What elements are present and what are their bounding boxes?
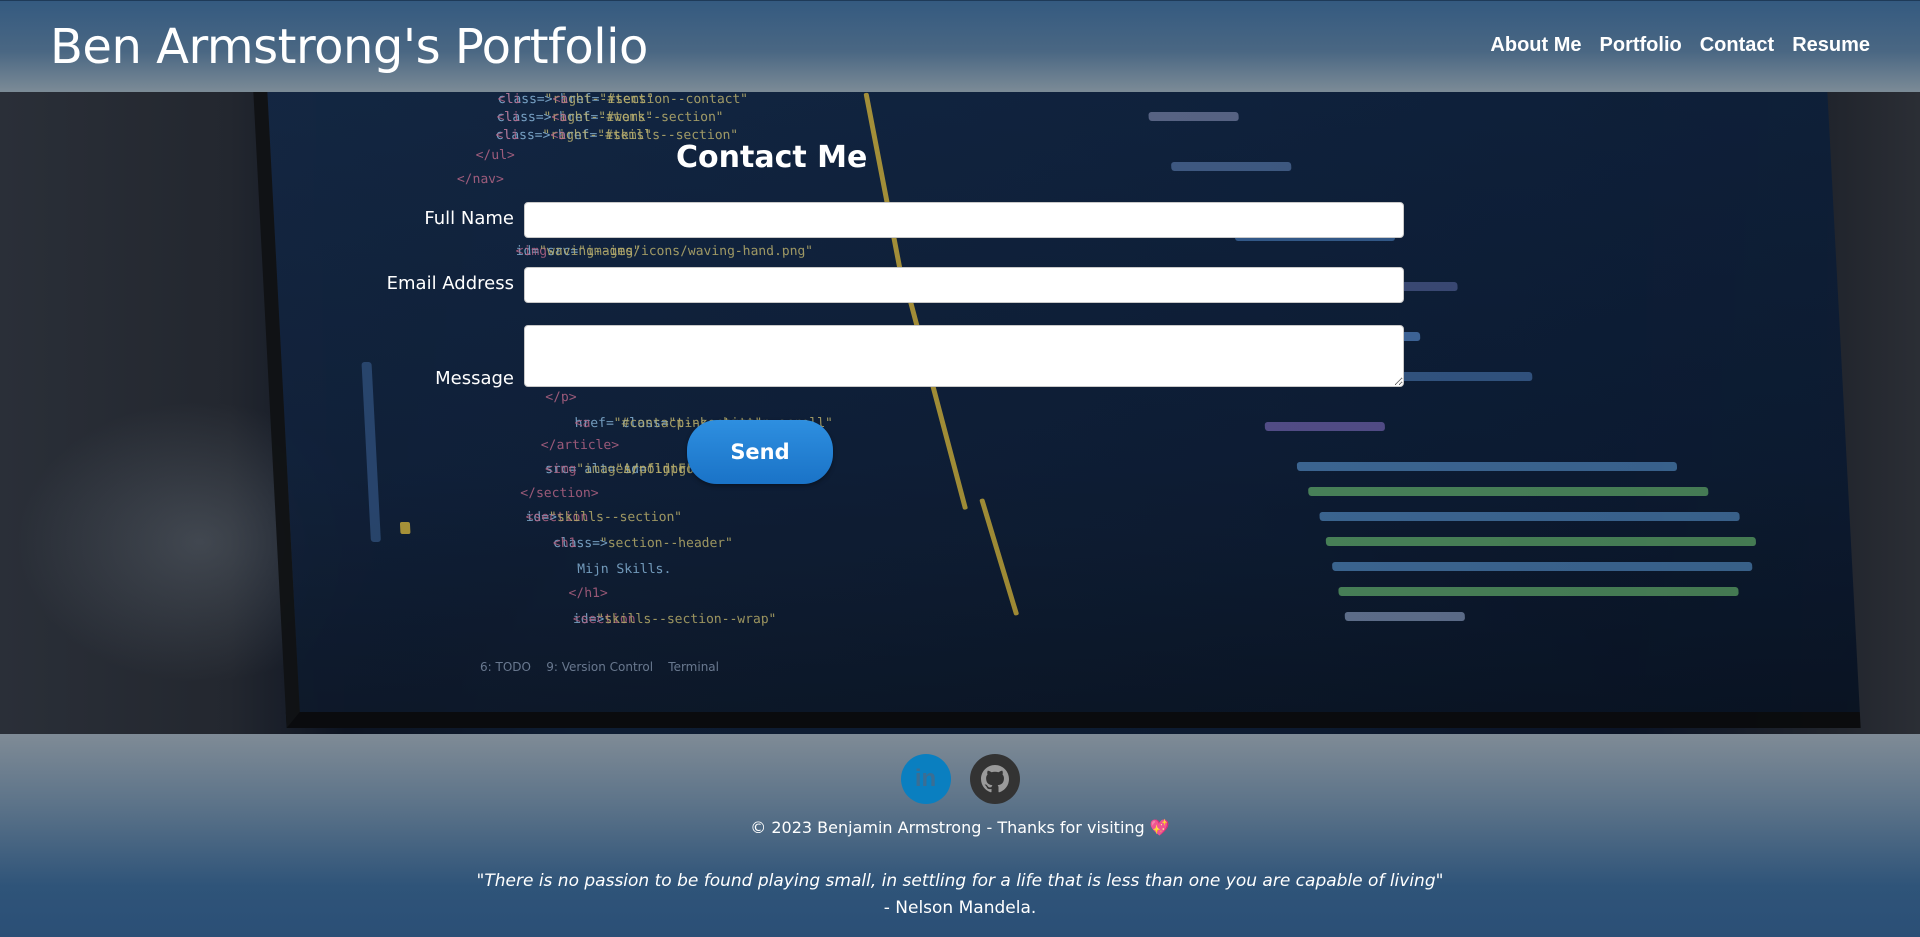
- linkedin-icon: in: [914, 765, 937, 792]
- editor-status-bar: 6: TODO 9: Version Control Terminal: [480, 660, 719, 674]
- nav-about-me[interactable]: About Me: [1490, 34, 1581, 57]
- email-input[interactable]: [524, 267, 1404, 303]
- site-header: Ben Armstrong's Portfolio About Me Portf…: [0, 0, 1920, 93]
- full-name-input[interactable]: [524, 202, 1404, 238]
- screen-glare: [267, 92, 1860, 712]
- message-textarea[interactable]: [524, 325, 1404, 387]
- message-label: Message: [435, 368, 514, 389]
- contact-section: <li class="right--items"><a href="#secti…: [0, 92, 1920, 734]
- github-button[interactable]: [969, 754, 1020, 804]
- nav-contact[interactable]: Contact: [1700, 34, 1774, 57]
- github-icon: [980, 765, 1009, 793]
- site-footer: in © 2023 Benjamin Armstrong - Thanks fo…: [0, 734, 1920, 937]
- full-name-label: Full Name: [424, 208, 514, 229]
- nav-portfolio[interactable]: Portfolio: [1600, 34, 1682, 57]
- site-title: Ben Armstrong's Portfolio: [50, 19, 648, 75]
- send-button[interactable]: Send: [687, 420, 833, 484]
- quote-text: "There is no passion to be found playing…: [476, 871, 1444, 891]
- social-links: in: [0, 754, 1920, 804]
- background-laptop-image: <li class="right--items"><a href="#secti…: [253, 92, 1861, 728]
- quote-author: - Nelson Mandela.: [883, 898, 1037, 918]
- email-label: Email Address: [386, 273, 514, 294]
- linkedin-button[interactable]: in: [900, 754, 951, 804]
- main-nav: About Me Portfolio Contact Resume: [1490, 34, 1870, 57]
- nav-resume[interactable]: Resume: [1792, 34, 1870, 57]
- copyright-line: © 2023 Benjamin Armstrong - Thanks for v…: [0, 818, 1920, 837]
- copyright-text: © 2023 Benjamin Armstrong - Thanks for v…: [750, 818, 1145, 837]
- contact-heading: Contact Me: [676, 140, 868, 175]
- heart-icon: 💖: [1149, 818, 1170, 837]
